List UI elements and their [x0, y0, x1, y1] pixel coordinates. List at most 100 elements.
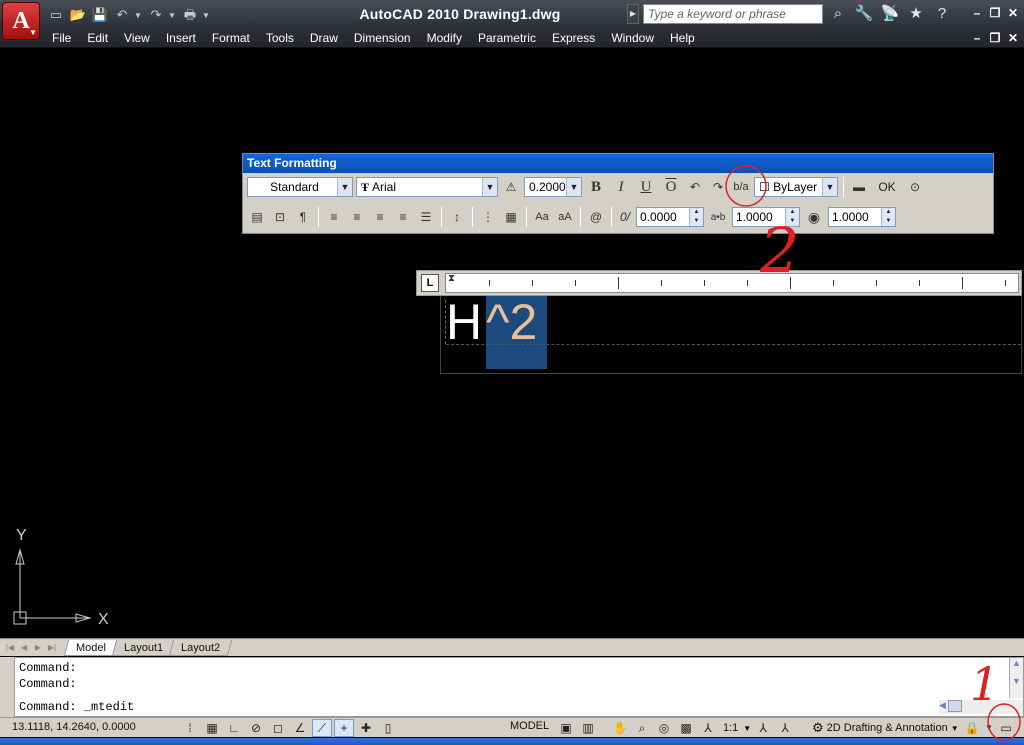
annotative-icon[interactable]: ⚠: [501, 176, 521, 198]
text-formatting-title[interactable]: Text Formatting: [243, 154, 993, 173]
search-input[interactable]: Type a keyword or phrase: [643, 4, 823, 24]
menu-view[interactable]: View: [116, 29, 158, 47]
menu-file[interactable]: File: [44, 29, 79, 47]
pan-icon[interactable]: ✋: [610, 719, 630, 737]
command-window[interactable]: Command: Command: Command: _mtedit ▲ ▼ ◀: [14, 657, 1024, 717]
align-left-icon[interactable]: ≡: [324, 206, 344, 228]
menu-edit[interactable]: Edit: [79, 29, 116, 47]
tab-layout1[interactable]: Layout1: [111, 640, 176, 656]
steeringwheel-icon[interactable]: ◎: [654, 719, 674, 737]
annotation-scale-icon[interactable]: ⅄: [698, 719, 718, 737]
spin-down-icon[interactable]: ▼: [882, 217, 895, 226]
autoscale-icon[interactable]: ⅄: [775, 719, 795, 737]
symbol-button[interactable]: @: [586, 206, 606, 228]
plot-icon[interactable]: 🖶: [180, 6, 200, 24]
prev-tab-icon[interactable]: ◀: [18, 641, 30, 654]
quick-view-layouts-icon[interactable]: ▣: [556, 719, 576, 737]
help-icon[interactable]: ?: [931, 4, 953, 24]
underline-button[interactable]: U: [635, 176, 657, 198]
insert-field-icon[interactable]: ▦: [501, 206, 521, 228]
columns-icon[interactable]: ▤: [247, 206, 267, 228]
ok-button[interactable]: OK: [872, 177, 902, 197]
spin-down-icon[interactable]: ▼: [786, 217, 799, 226]
ruler-scale[interactable]: ⧗: [445, 273, 1019, 293]
grid-display-icon[interactable]: ▦: [202, 719, 222, 737]
save-icon[interactable]: 💾: [90, 6, 110, 24]
snap-mode-icon[interactable]: ⁞: [180, 719, 200, 737]
undo-icon[interactable]: ↶: [685, 176, 705, 198]
coordinate-display[interactable]: 13.1118, 14.2640, 0.0000: [12, 721, 136, 733]
lineweight-icon[interactable]: ✚: [356, 719, 376, 737]
command-prompt[interactable]: Command: _mtedit: [19, 700, 134, 714]
menu-dimension[interactable]: Dimension: [346, 29, 419, 47]
dynamic-input-icon[interactable]: +: [334, 719, 354, 737]
command-horizontal-scrollbar[interactable]: ◀: [939, 700, 1023, 714]
doc-minimize-icon[interactable]: –: [970, 31, 984, 45]
menu-window[interactable]: Window: [603, 29, 662, 47]
close-icon[interactable]: ✕: [1006, 6, 1020, 20]
quick-view-drawings-icon[interactable]: ▥: [578, 719, 598, 737]
application-menu-button[interactable]: A ▼: [2, 2, 40, 40]
search-toggle-icon[interactable]: ▶: [627, 4, 639, 24]
workspace-switcher[interactable]: ⚙ 2D Drafting & Annotation ▼: [812, 720, 959, 736]
spin-down-icon[interactable]: ▼: [690, 217, 703, 226]
lowercase-button[interactable]: aA: [555, 206, 575, 228]
binoculars-icon[interactable]: ⌕: [827, 4, 849, 24]
tab-model[interactable]: Model: [63, 640, 119, 656]
align-right-icon[interactable]: ≡: [370, 206, 390, 228]
doc-close-icon[interactable]: ✕: [1006, 31, 1020, 45]
menu-parametric[interactable]: Parametric: [470, 29, 544, 47]
minimize-icon[interactable]: –: [970, 6, 984, 20]
menu-express[interactable]: Express: [544, 29, 603, 47]
quick-properties-icon[interactable]: ▯: [378, 719, 398, 737]
distribute-icon[interactable]: ☰: [416, 206, 436, 228]
zoom-icon[interactable]: ⌕: [632, 719, 652, 737]
qat-customize-icon[interactable]: ▼: [202, 11, 212, 20]
tray-dropdown-icon[interactable]: ▼: [984, 719, 994, 737]
spinner-buttons[interactable]: ▲ ▼: [881, 208, 895, 226]
stack-icon[interactable]: b/a: [731, 176, 751, 198]
font-select[interactable]: Ŧ Arial ▼: [356, 177, 498, 197]
undo-dropdown-icon[interactable]: ▼: [134, 11, 144, 20]
menu-insert[interactable]: Insert: [158, 29, 204, 47]
model-space-button[interactable]: MODEL: [510, 720, 549, 732]
menu-modify[interactable]: Modify: [419, 29, 470, 47]
justify-icon[interactable]: ≡: [393, 206, 413, 228]
spinner-buttons[interactable]: ▲ ▼: [689, 208, 703, 226]
spinner-buttons[interactable]: ▲ ▼: [785, 208, 799, 226]
lock-icon[interactable]: 🔒: [962, 719, 982, 737]
redo-icon[interactable]: ↷: [708, 176, 728, 198]
restore-icon[interactable]: ❐: [988, 6, 1002, 20]
favorites-star-icon[interactable]: ★: [905, 4, 927, 24]
open-icon[interactable]: 📂: [68, 6, 88, 24]
scroll-thumb[interactable]: [947, 700, 962, 712]
last-tab-icon[interactable]: ▶|: [46, 641, 58, 654]
uppercase-button[interactable]: Aa: [532, 206, 552, 228]
options-icon[interactable]: ⊙: [905, 176, 925, 198]
communication-center-icon[interactable]: 📡: [879, 4, 901, 24]
dynamic-ucs-icon[interactable]: ⟋: [312, 719, 332, 737]
doc-restore-icon[interactable]: ❐: [988, 31, 1002, 45]
annotation-visibility-icon[interactable]: ⅄: [753, 719, 773, 737]
line-spacing-icon[interactable]: ↕: [447, 206, 467, 228]
new-icon[interactable]: ▭: [46, 6, 66, 24]
mtext-plain-text[interactable]: H: [446, 293, 482, 351]
menu-help[interactable]: Help: [662, 29, 703, 47]
oblique-angle-spinner[interactable]: 0.0000 ▲ ▼: [636, 207, 704, 227]
scroll-left-icon[interactable]: ◀: [939, 700, 946, 714]
chevron-down-icon[interactable]: ▼: [743, 724, 751, 733]
object-snap-icon[interactable]: ◻: [268, 719, 288, 737]
next-tab-icon[interactable]: ▶: [32, 641, 44, 654]
indent-marker-icon[interactable]: ⧗: [448, 273, 455, 284]
spin-up-icon[interactable]: ▲: [690, 208, 703, 217]
paragraph-icon[interactable]: ¶: [293, 206, 313, 228]
bold-button[interactable]: B: [585, 176, 607, 198]
spin-up-icon[interactable]: ▲: [882, 208, 895, 217]
text-style-select[interactable]: Standard ▼: [247, 177, 353, 197]
tracking-spinner[interactable]: 1.0000 ▲ ▼: [732, 207, 800, 227]
object-snap-tracking-icon[interactable]: ∠: [290, 719, 310, 737]
menu-format[interactable]: Format: [204, 29, 258, 47]
menu-tools[interactable]: Tools: [258, 29, 302, 47]
undo-icon[interactable]: ↶: [112, 6, 132, 24]
polar-tracking-icon[interactable]: ⊘: [246, 719, 266, 737]
